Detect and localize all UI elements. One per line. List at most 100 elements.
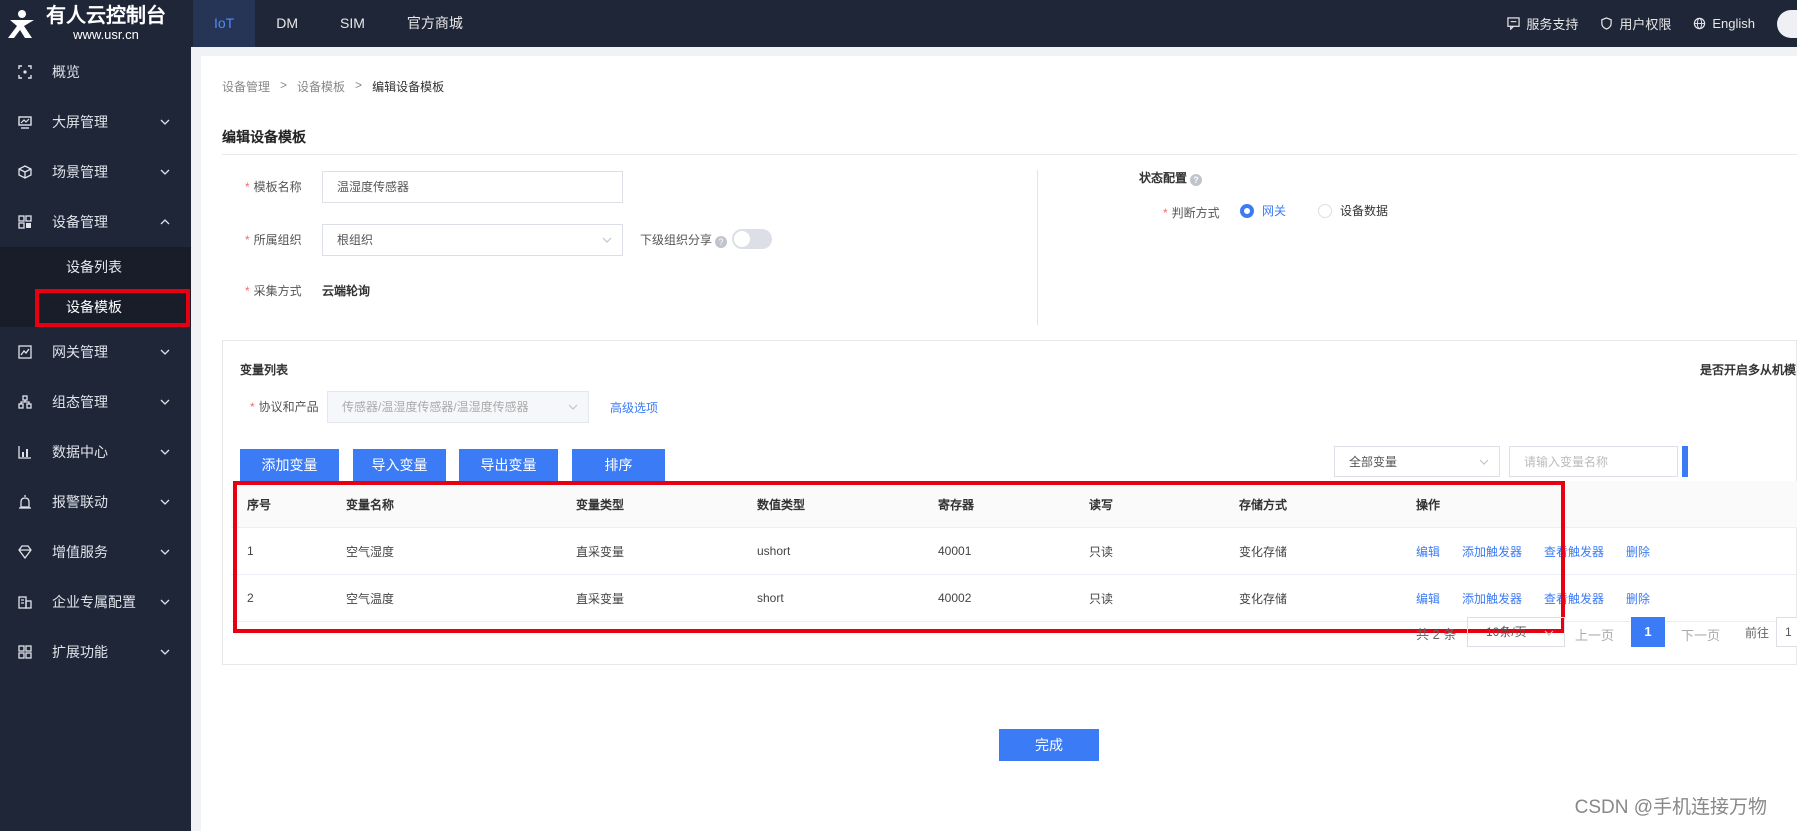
sidebar-item-screen[interactable]: 大屏管理 [0,97,191,147]
top-nav: IoT DM SIM 官方商城 [193,0,484,47]
divider [222,154,1797,155]
tab-store[interactable]: 官方商城 [386,0,484,47]
building-icon [17,594,33,610]
help-icon[interactable]: ? [715,236,728,248]
template-name-label-text: 模板名称 [253,180,302,194]
permissions-label: 用户权限 [1619,17,1672,32]
delete-link[interactable]: 删除 [1626,543,1650,560]
sidebar-item-gateway[interactable]: 网关管理 [0,327,191,377]
breadcrumb-separator: > [355,78,363,92]
sidebar-item-label: 概览 [52,64,80,80]
tab-sim[interactable]: SIM [319,0,386,47]
sidebar-item-label: 组态管理 [52,394,108,410]
status-config-title-text: 状态配置 [1139,171,1188,185]
variable-filter-select[interactable]: 全部变量 [1334,446,1500,477]
breadcrumb-device-management[interactable]: 设备管理 [222,78,270,95]
sidebar-item-label: 增值服务 [52,544,108,560]
share-toggle[interactable] [732,229,772,249]
chevron-down-icon [160,549,170,555]
breadcrumb: 设备管理 > 设备模板 > 编辑设备模板 [222,78,444,95]
export-variable-button[interactable]: 导出变量 [459,449,558,481]
protocol-label: * 协议和产品 [250,400,319,414]
chevron-down-icon [1479,459,1489,465]
sidebar-item-label: 数据中心 [52,444,108,460]
search-button[interactable] [1682,446,1688,477]
radio-dot [1318,203,1332,218]
sidebar-item-alarm[interactable]: 报警联动 [0,477,191,527]
sidebar-item-config[interactable]: 组态管理 [0,377,191,427]
chevron-down-icon [160,499,170,505]
avatar[interactable] [1777,9,1797,38]
sidebar-item-label: 设备管理 [52,214,108,230]
advanced-options-link[interactable]: 高级选项 [610,399,658,416]
sidebar-item-overview[interactable]: 概览 [0,47,191,97]
brand-subtitle: www.usr.cn [73,27,139,42]
chevron-down-icon [160,399,170,405]
protocol-select[interactable]: 传感器/温湿度传感器/温湿度传感器 [327,391,589,423]
page-title: 编辑设备模板 [222,129,306,145]
status-config-title: 状态配置? [1139,169,1203,186]
tab-dm[interactable]: DM [255,0,319,47]
sidebar-item-value-service[interactable]: 增值服务 [0,527,191,577]
tab-iot[interactable]: IoT [193,0,256,47]
device-submenu: 设备列表 设备模板 [0,247,191,327]
grid-icon [17,644,33,660]
chevron-down-icon [160,649,170,655]
sidebar: 概览 大屏管理 场景管理 设备管理 设备列表 设备模板 网关管理 组态管理 数据… [0,47,191,831]
watermark: CSDN @手机连接万物 [1574,797,1767,818]
sort-button[interactable]: 排序 [572,449,665,481]
variable-search-input[interactable]: 请输入变量名称 [1509,446,1678,477]
radio-gateway-label: 网关 [1262,204,1287,218]
done-button[interactable]: 完成 [999,729,1099,761]
next-page-button[interactable]: 下一页 [1681,625,1720,644]
radio-gateway[interactable]: 网关 [1240,202,1286,219]
sidebar-item-device-list[interactable]: 设备列表 [0,247,191,287]
message-icon [1507,17,1521,30]
org-label: * 所属组织 [245,233,302,247]
chevron-down-icon [160,449,170,455]
variable-filter-value: 全部变量 [1349,455,1398,469]
language-switch[interactable]: English [1693,16,1755,31]
prev-page-button[interactable]: 上一页 [1575,625,1614,644]
page-size-select[interactable]: 10条/页 [1467,617,1565,647]
sidebar-item-device-template[interactable]: 设备模板 [0,287,191,327]
protocol-select-value: 传感器/温湿度传感器/温湿度传感器 [342,400,529,414]
judge-label-text: 判断方式 [1171,206,1220,220]
chevron-down-icon [160,169,170,175]
sidebar-item-enterprise[interactable]: 企业专属配置 [0,577,191,627]
help-icon[interactable]: ? [1190,174,1203,186]
org-select[interactable]: 根组织 [322,224,623,256]
template-name-input[interactable]: 温湿度传感器 [322,171,623,203]
sidebar-item-label: 场景管理 [52,164,108,180]
import-variable-button[interactable]: 导入变量 [353,449,446,481]
goto-page-input[interactable]: 1 [1776,617,1797,647]
bar-chart-icon [17,444,33,460]
sidebar-item-extend[interactable]: 扩展功能 [0,627,191,677]
sidebar-item-data-center[interactable]: 数据中心 [0,427,191,477]
support-link[interactable]: 服务支持 [1507,14,1578,33]
sidebar-item-device[interactable]: 设备管理 [0,197,191,247]
multi-slave-label: 是否开启多从机模 [1699,363,1796,377]
radio-dot [1240,203,1254,218]
page-number-current[interactable]: 1 [1631,617,1665,647]
add-variable-button[interactable]: 添加变量 [240,449,339,481]
toggle-knob [734,231,750,247]
sidebar-item-label: 大屏管理 [52,114,108,130]
chevron-down-icon [602,237,612,243]
goto-label: 前往 [1745,626,1770,640]
support-label: 服务支持 [1526,17,1579,32]
variables-panel: 变量列表 是否开启多从机模 * 协议和产品 传感器/温湿度传感器/温湿度传感器 高… [222,340,1797,665]
share-label: 下级组织分享? [640,231,728,248]
radio-device-data[interactable]: 设备数据 [1318,202,1388,219]
permissions-link[interactable]: 用户权限 [1600,14,1671,33]
breadcrumb-device-template[interactable]: 设备模板 [297,78,345,95]
sidebar-item-scene[interactable]: 场景管理 [0,147,191,197]
chevron-down-icon [160,349,170,355]
brand-logo[interactable]: 有人云控制台 www.usr.cn [0,0,191,47]
delete-link[interactable]: 删除 [1626,590,1650,607]
sidebar-item-label: 网关管理 [52,344,108,360]
org-tree-icon [17,394,33,410]
judge-label: * 判断方式 [1163,206,1220,220]
chevron-down-icon [1544,630,1554,636]
radio-device-data-label: 设备数据 [1340,204,1389,218]
